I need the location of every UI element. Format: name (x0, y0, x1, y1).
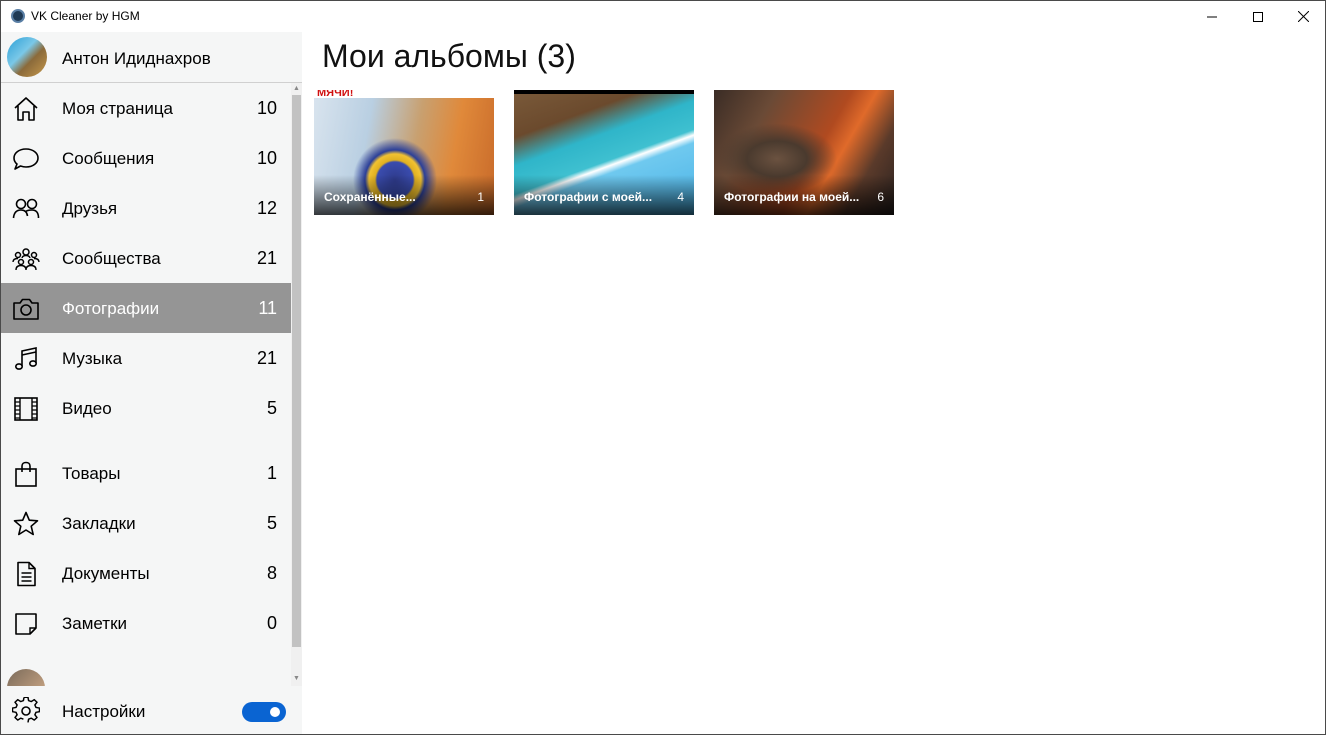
sidebar-item-label: Закладки (62, 514, 136, 533)
sidebar-item-count: 1 (266, 463, 277, 483)
scroll-up-icon[interactable]: ▲ (291, 83, 302, 94)
maximize-button[interactable] (1235, 1, 1281, 32)
album-card[interactable]: Фотографии с моей... 4 (514, 90, 694, 215)
groups-icon (12, 245, 40, 273)
settings-row[interactable]: Настройки (1, 686, 302, 734)
sidebar-item-label: Музыка (62, 349, 123, 368)
sidebar-item-goods[interactable]: Товары 1 (1, 448, 291, 498)
sidebar-item-documents[interactable]: Документы 8 (1, 548, 291, 598)
minimize-button[interactable] (1189, 1, 1235, 32)
sidebar-item-label: Товары (62, 464, 121, 483)
close-icon (1297, 11, 1309, 22)
main-content: Мои альбомы (3) МЯЧИ! Сохранённые... 1 Ф… (302, 32, 1325, 734)
sidebar-item-label: Моя страница (62, 99, 174, 118)
avatar (7, 37, 47, 77)
film-icon (12, 395, 40, 423)
shopping-bag-icon (12, 460, 40, 488)
sidebar-item-label: Документы (62, 564, 150, 583)
sidebar-item-photos[interactable]: Фотографии 11 (1, 283, 291, 333)
scrollbar-thumb[interactable] (292, 95, 301, 647)
close-button[interactable] (1280, 1, 1325, 32)
settings-label: Настройки (62, 702, 146, 721)
title-bar: VK Cleaner by HGM (1, 1, 1325, 32)
sidebar-item-notes[interactable]: Заметки 0 (1, 598, 291, 648)
chat-bubble-icon (12, 145, 40, 173)
sidebar-item-communities[interactable]: Сообщества 21 (1, 233, 291, 283)
home-icon (12, 95, 40, 123)
minimize-icon (1207, 16, 1217, 17)
sidebar-scrollbar[interactable]: ▲ ▼ (291, 83, 302, 689)
maximize-icon (1253, 11, 1263, 22)
document-icon (12, 560, 40, 588)
page-title: Мои альбомы (3) (322, 38, 576, 74)
star-icon (12, 510, 40, 538)
toggle-knob (270, 707, 280, 717)
album-card[interactable]: Фотографии на моей... 6 (714, 90, 894, 215)
sidebar-item-count: 5 (266, 513, 277, 533)
album-count: 6 (877, 190, 884, 204)
sidebar-item-messages[interactable]: Сообщения 10 (1, 133, 291, 183)
window-title: VK Cleaner by HGM (31, 9, 140, 23)
sidebar-item-count: 21 (256, 248, 277, 268)
thumbnail-caption: МЯЧИ! (317, 90, 354, 99)
settings-toggle[interactable] (242, 702, 286, 722)
gear-icon (12, 697, 40, 725)
album-title: Фотографии с моей... (524, 190, 653, 204)
sidebar: Антон Идиднахров Моя страница 10 Сообщен… (1, 32, 302, 734)
sidebar-item-label: Сообщения (62, 149, 155, 168)
sidebar-item-count: 21 (256, 348, 277, 368)
sidebar-item-count: 11 (258, 298, 277, 318)
sidebar-item-count: 12 (256, 198, 277, 218)
app-logo-icon (11, 9, 25, 23)
app-window: VK Cleaner by HGM Антон Идиднахров Моя с… (0, 0, 1326, 735)
music-note-icon (12, 345, 40, 373)
sidebar-item-count: 0 (266, 613, 277, 633)
sidebar-item-count: 5 (266, 398, 277, 418)
scroll-down-icon[interactable]: ▼ (291, 673, 302, 684)
camera-icon (12, 295, 40, 323)
sidebar-item-label: Заметки (62, 614, 128, 633)
sidebar-item-my-page[interactable]: Моя страница 10 (1, 83, 291, 133)
profile-name: Антон Идиднахров (62, 49, 211, 68)
album-title: Сохранённые... (324, 190, 416, 204)
sidebar-item-label: Фотографии (62, 299, 160, 318)
sidebar-item-label: Сообщества (62, 249, 161, 268)
note-icon (12, 610, 40, 638)
sidebar-item-friends[interactable]: Друзья 12 (1, 183, 291, 233)
album-count: 4 (677, 190, 684, 204)
album-title: Фотографии на моей... (724, 190, 860, 204)
sidebar-item-label: Друзья (62, 199, 118, 218)
album-count: 1 (477, 190, 484, 204)
sidebar-item-music[interactable]: Музыка 21 (1, 333, 291, 383)
sidebar-item-video[interactable]: Видео 5 (1, 383, 291, 433)
sidebar-item-count: 8 (266, 563, 277, 583)
sidebar-item-count: 10 (256, 98, 277, 118)
friends-icon (12, 195, 40, 223)
profile-header[interactable]: Антон Идиднахров (1, 32, 302, 83)
sidebar-item-bookmarks[interactable]: Закладки 5 (1, 498, 291, 548)
sidebar-item-count: 10 (256, 148, 277, 168)
album-card[interactable]: МЯЧИ! Сохранённые... 1 (314, 90, 494, 215)
sidebar-item-label: Видео (62, 399, 112, 418)
